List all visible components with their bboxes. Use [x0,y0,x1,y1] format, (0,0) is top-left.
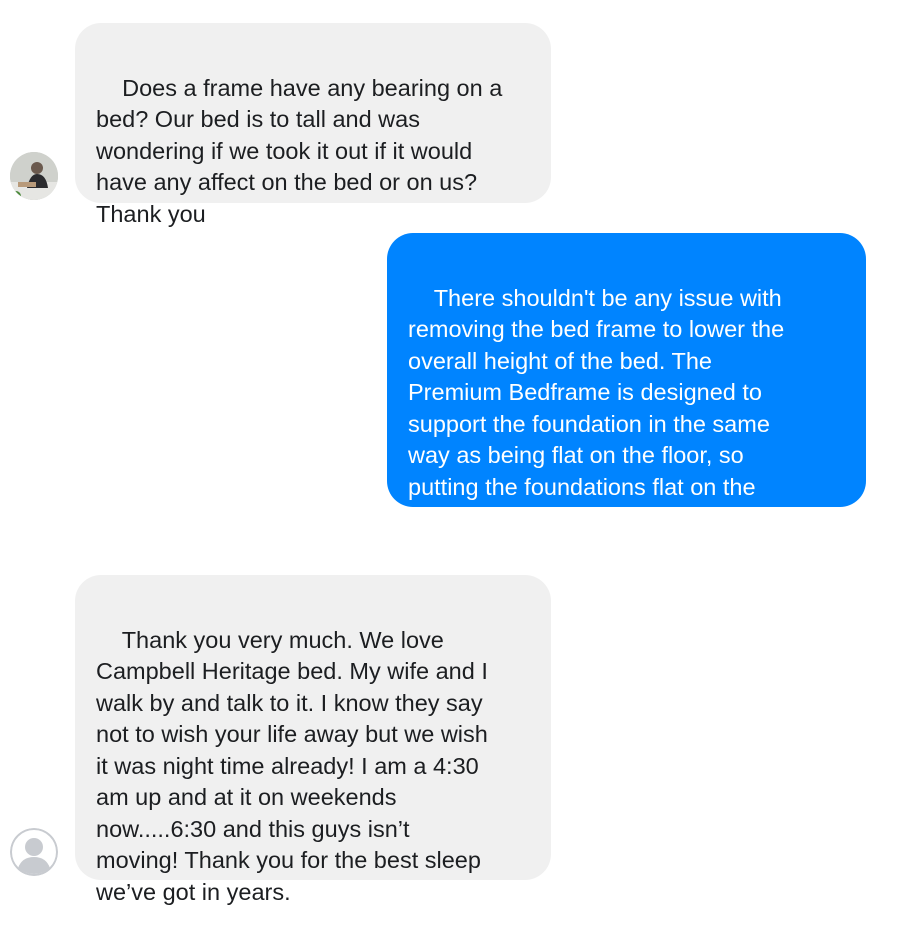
outgoing-message-bubble: There shouldn't be any issue with removi… [387,233,866,531]
message-text: Does a frame have any bearing on a bed? … [96,74,503,227]
user-photo-avatar[interactable] [10,152,58,200]
person-photo-icon [10,152,58,200]
default-user-avatar[interactable] [10,828,58,876]
user-silhouette-icon [10,828,58,876]
incoming-message-bubble: Thank you very much. We love Campbell He… [75,575,551,905]
incoming-message-bubble: Does a frame have any bearing on a bed? … [75,23,551,227]
message-text: Thank you very much. We love Campbell He… [96,626,488,905]
message-text: There shouldn't be any issue with removi… [408,284,785,532]
